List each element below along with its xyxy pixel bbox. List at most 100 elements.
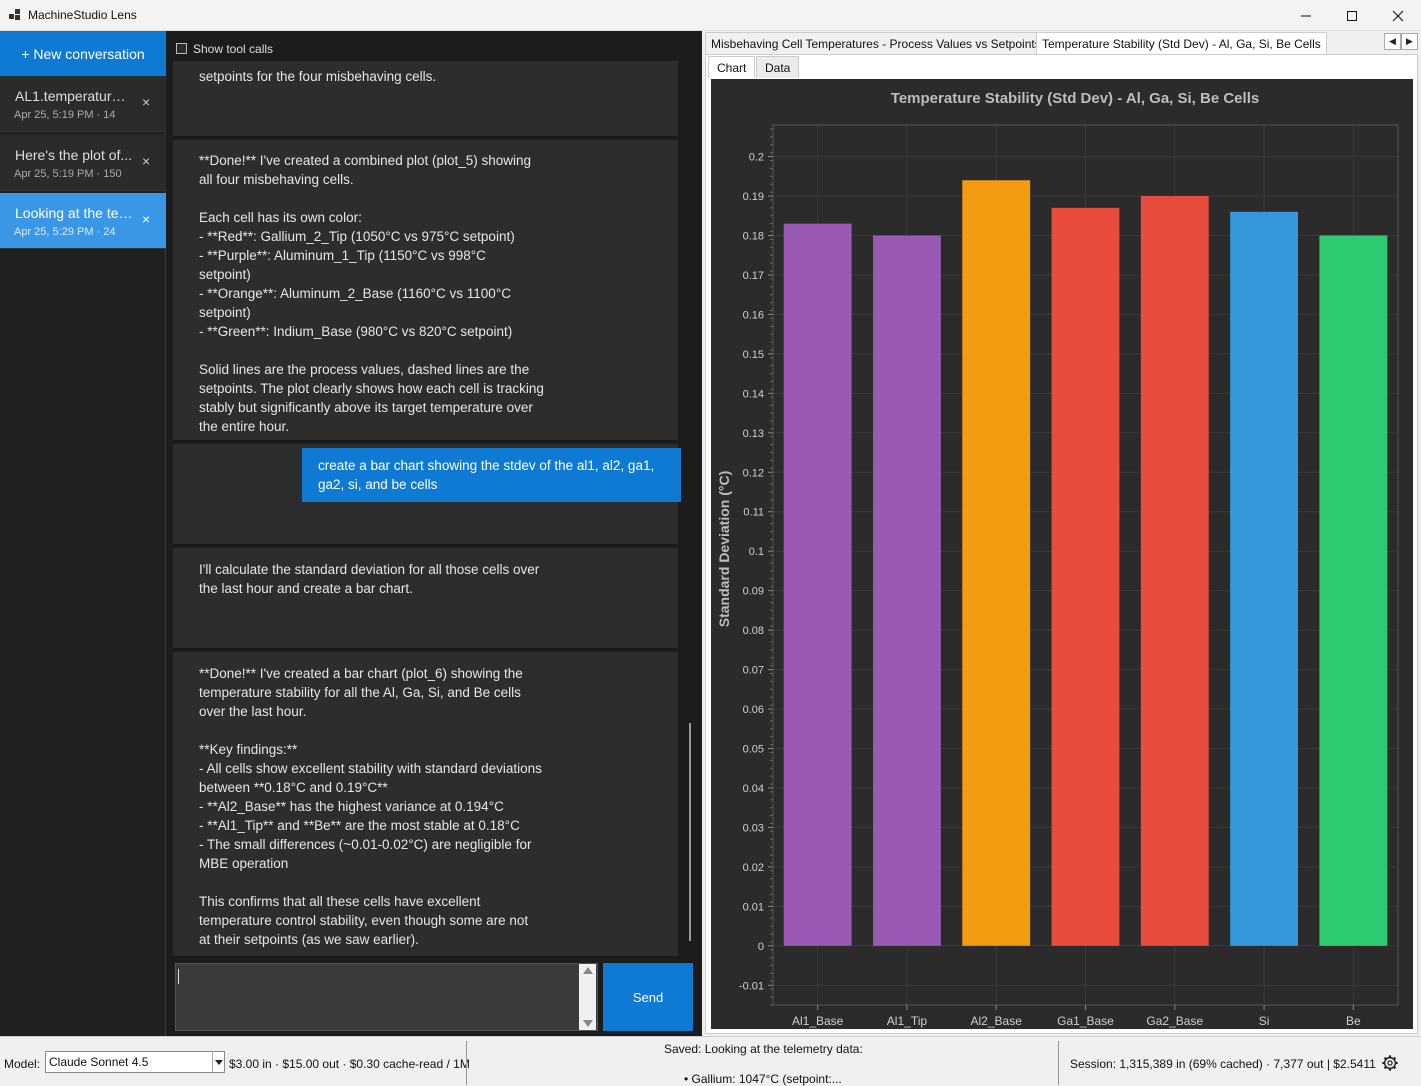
maximize-button[interactable]	[1329, 0, 1375, 31]
y-tick-label: 0.01	[743, 901, 764, 913]
x-tick-label: Ga2_Base	[1146, 1014, 1203, 1028]
bar-al2-base	[962, 180, 1031, 946]
minimize-button[interactable]	[1283, 0, 1329, 31]
y-tick-label: 0.17	[743, 270, 764, 282]
close-icon	[1392, 10, 1404, 21]
show-tool-calls-label: Show tool calls	[193, 42, 274, 56]
y-tick-label: 0	[758, 941, 764, 953]
x-tick-label: Ga1_Base	[1057, 1014, 1114, 1028]
y-tick-label: 0.13	[743, 428, 764, 440]
message-scrollbar-thumb[interactable]	[689, 723, 691, 941]
conversation-item[interactable]: Here's the plot of... Apr 25, 5:19 PM · …	[0, 135, 166, 191]
saved-status-detail: • Gallium: 1047°C (setpoint:...	[684, 1072, 842, 1086]
plot-content: Chart Data Temperature Stability (Std De…	[705, 54, 1418, 1034]
message-list[interactable]: setpoints for the four misbehaving cells…	[167, 61, 700, 958]
gear-icon[interactable]	[1381, 1054, 1399, 1072]
chevron-down-icon[interactable]	[212, 1052, 224, 1072]
x-tick-label: Al1_Base	[792, 1014, 844, 1028]
model-label: Model:	[4, 1057, 41, 1071]
new-conversation-button[interactable]: + New conversation	[0, 31, 166, 76]
y-tick-label: 0.09	[743, 586, 764, 598]
y-tick-label: 0.05	[743, 743, 764, 755]
bar-al1-tip	[873, 235, 941, 946]
y-tick-label: 0.08	[743, 625, 764, 637]
assistant-message: **Done!** I've created a combined plot (…	[173, 140, 678, 442]
bar-chart: Temperature Stability (Std Dev) - Al, Ga…	[716, 90, 1399, 1028]
x-tick-label: Be	[1346, 1014, 1361, 1028]
y-tick-label: 0.07	[743, 665, 764, 677]
y-tick-label: 0.03	[743, 822, 764, 834]
conversation-title: Looking at the tel...	[15, 205, 133, 221]
conversation-title: AL1.temperature....	[15, 88, 133, 104]
y-tick-label: 0.04	[743, 783, 764, 795]
tab-scroll-left-icon[interactable]: ◀	[1384, 33, 1401, 50]
bar-ga2-base	[1140, 196, 1209, 946]
y-axis-label: Standard Deviation (°C)	[716, 471, 732, 628]
divider	[1058, 1041, 1059, 1085]
assistant-message: setpoints for the four misbehaving cells…	[173, 61, 678, 138]
bar-be	[1319, 235, 1388, 946]
conversation-item-active[interactable]: Looking at the tel... Apr 25, 5:29 PM · …	[0, 193, 166, 249]
tab-scroll-right-icon[interactable]: ▶	[1401, 33, 1418, 50]
tab-misbehaving-cells[interactable]: Misbehaving Cell Temperatures - Process …	[705, 32, 1047, 54]
plot-tabs: Misbehaving Cell Temperatures - Process …	[702, 31, 1421, 54]
y-tick-label: 0.11	[743, 507, 764, 519]
y-tick-label: 0.12	[743, 467, 764, 479]
assistant-message: **Done!** I've created a bar chart (plot…	[173, 652, 678, 958]
user-message: create a bar chart showing the stdev of …	[173, 444, 682, 546]
y-tick-label: 0.06	[743, 704, 764, 716]
delete-conversation-icon[interactable]: ×	[142, 94, 150, 110]
conversation-meta: Apr 25, 5:19 PM · 150	[14, 168, 122, 180]
tab-temperature-stability[interactable]: Temperature Stability (Std Dev) - Al, Ga…	[1036, 32, 1327, 54]
scroll-down-icon[interactable]	[583, 1020, 593, 1027]
message-text: setpoints for the four misbehaving cells…	[199, 69, 437, 84]
bar-al1-base	[783, 223, 852, 946]
chart-area: Temperature Stability (Std Dev) - Al, Ga…	[711, 79, 1413, 1029]
y-tick-label: 0.2	[749, 152, 764, 164]
delete-conversation-icon[interactable]: ×	[142, 153, 150, 169]
tab-data[interactable]: Data	[756, 56, 800, 78]
show-tool-calls-checkbox[interactable]	[176, 43, 187, 54]
conversation-item[interactable]: AL1.temperature.... Apr 25, 5:19 PM · 14…	[0, 76, 166, 132]
maximize-icon	[1347, 10, 1357, 21]
y-tick-label: 0.1	[749, 546, 764, 558]
input-scrollbar[interactable]	[579, 964, 596, 1030]
model-select-value: Claude Sonnet 4.5	[49, 1055, 149, 1069]
chat-toolbar: Show tool calls	[167, 31, 700, 61]
status-bar: Model: Claude Sonnet 4.5 $3.00 in · $15.…	[0, 1036, 1421, 1086]
title-bar: MachineStudio Lens	[0, 0, 1421, 31]
y-tick-label: 0.15	[743, 349, 764, 361]
chart-title: Temperature Stability (Std Dev) - Al, Ga…	[891, 90, 1259, 107]
window-title: MachineStudio Lens	[28, 8, 137, 22]
session-usage: Session: 1,315,389 in (69% cached) · 7,3…	[1070, 1057, 1376, 1071]
y-tick-label: 0.19	[743, 191, 764, 203]
conversation-title: Here's the plot of...	[15, 147, 133, 163]
y-tick-label: 0.16	[743, 309, 764, 321]
close-button[interactable]	[1375, 0, 1421, 31]
tab-chart[interactable]: Chart	[708, 56, 756, 78]
message-input[interactable]	[175, 963, 598, 1031]
x-tick-label: Si	[1259, 1014, 1270, 1028]
x-tick-label: Al2_Base	[971, 1014, 1023, 1028]
saved-status: Saved: Looking at the telemetry data:	[664, 1042, 863, 1056]
bar-ga1-base	[1051, 207, 1120, 946]
message-text: **Done!** I've created a combined plot (…	[199, 153, 544, 434]
delete-conversation-icon[interactable]: ×	[142, 211, 150, 227]
model-select[interactable]: Claude Sonnet 4.5	[45, 1051, 225, 1073]
user-bubble: create a bar chart showing the stdev of …	[302, 448, 682, 502]
minimize-icon	[1301, 15, 1311, 16]
scroll-up-icon[interactable]	[583, 967, 593, 974]
y-tick-label: 0.18	[743, 230, 764, 242]
plot-panel: Misbehaving Cell Temperatures - Process …	[702, 31, 1421, 1036]
conversation-sidebar: + New conversation AL1.temperature.... A…	[0, 31, 166, 1036]
pricing-text: $3.00 in · $15.00 out · $0.30 cache-read…	[229, 1057, 470, 1071]
app-icon	[9, 9, 21, 21]
chat-panel: Show tool calls setpoints for the four m…	[167, 31, 700, 1036]
text-caret	[178, 969, 179, 984]
divider	[466, 1041, 467, 1085]
send-button[interactable]: Send	[603, 963, 693, 1031]
message-text: I'll calculate the standard deviation fo…	[199, 562, 540, 596]
y-tick-label: -0.01	[739, 980, 764, 992]
conversation-meta: Apr 25, 5:29 PM · 24	[14, 226, 116, 238]
x-tick-label: Al1_Tip	[887, 1014, 928, 1028]
